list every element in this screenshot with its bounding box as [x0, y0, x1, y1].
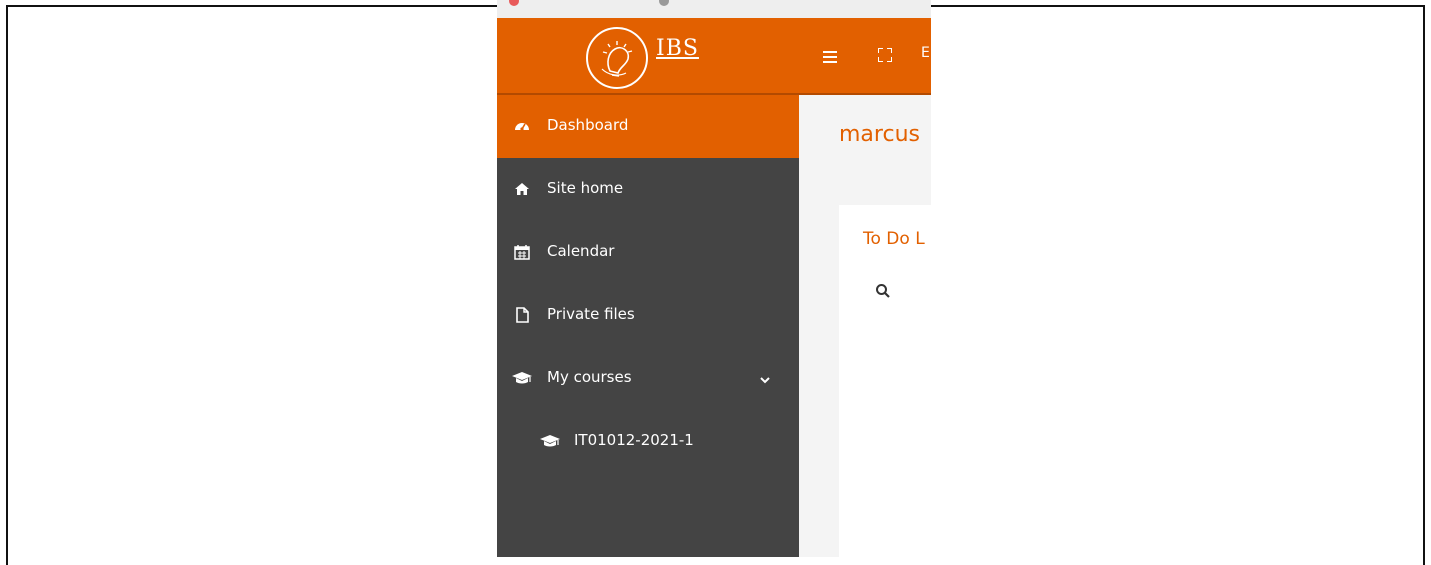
- logo[interactable]: IBS: [497, 18, 799, 95]
- sidebar-item-label: Private files: [547, 305, 635, 323]
- browser-dot-gray: [659, 0, 669, 6]
- dashboard-icon: [514, 118, 530, 134]
- app-window: IBS E Dashboard Site home Calendar Priva…: [497, 0, 931, 557]
- sidebar-item-course-it01012[interactable]: IT01012-2021-1: [497, 410, 799, 473]
- sidebar: Dashboard Site home Calendar Private fil…: [497, 95, 799, 557]
- logo-emblem-icon: [586, 27, 648, 89]
- fullscreen-icon[interactable]: [877, 47, 893, 63]
- home-icon: [514, 181, 530, 197]
- search-icon[interactable]: [875, 283, 891, 299]
- sidebar-item-private-files[interactable]: Private files: [497, 284, 799, 347]
- main-content: marcus To Do L: [799, 95, 931, 557]
- logo-bulb-icon: [601, 41, 633, 77]
- sidebar-item-my-courses[interactable]: My courses: [497, 347, 799, 410]
- sidebar-item-label: Dashboard: [547, 116, 629, 134]
- sidebar-item-label: Site home: [547, 179, 624, 197]
- graduation-cap-icon: [512, 370, 532, 386]
- file-icon: [514, 307, 530, 323]
- sidebar-item-label: My courses: [547, 368, 632, 386]
- sidebar-item-label: IT01012-2021-1: [574, 431, 694, 449]
- browser-strip: [497, 0, 931, 18]
- card-title: To Do L: [863, 229, 925, 249]
- topbar-partial-text[interactable]: E: [921, 45, 930, 61]
- sidebar-item-label: Calendar: [547, 242, 615, 260]
- logo-text: IBS: [656, 36, 699, 61]
- page-title: marcus: [839, 122, 920, 147]
- browser-dot-red: [509, 0, 519, 6]
- todo-card: To Do L: [839, 205, 931, 557]
- graduation-cap-icon: [540, 433, 560, 449]
- sidebar-item-site-home[interactable]: Site home: [497, 158, 799, 221]
- topbar: IBS E: [497, 18, 931, 95]
- calendar-icon: [514, 244, 530, 260]
- chevron-down-icon[interactable]: [759, 372, 771, 384]
- hamburger-icon[interactable]: [823, 48, 837, 63]
- sidebar-item-dashboard[interactable]: Dashboard: [497, 95, 799, 158]
- sidebar-item-calendar[interactable]: Calendar: [497, 221, 799, 284]
